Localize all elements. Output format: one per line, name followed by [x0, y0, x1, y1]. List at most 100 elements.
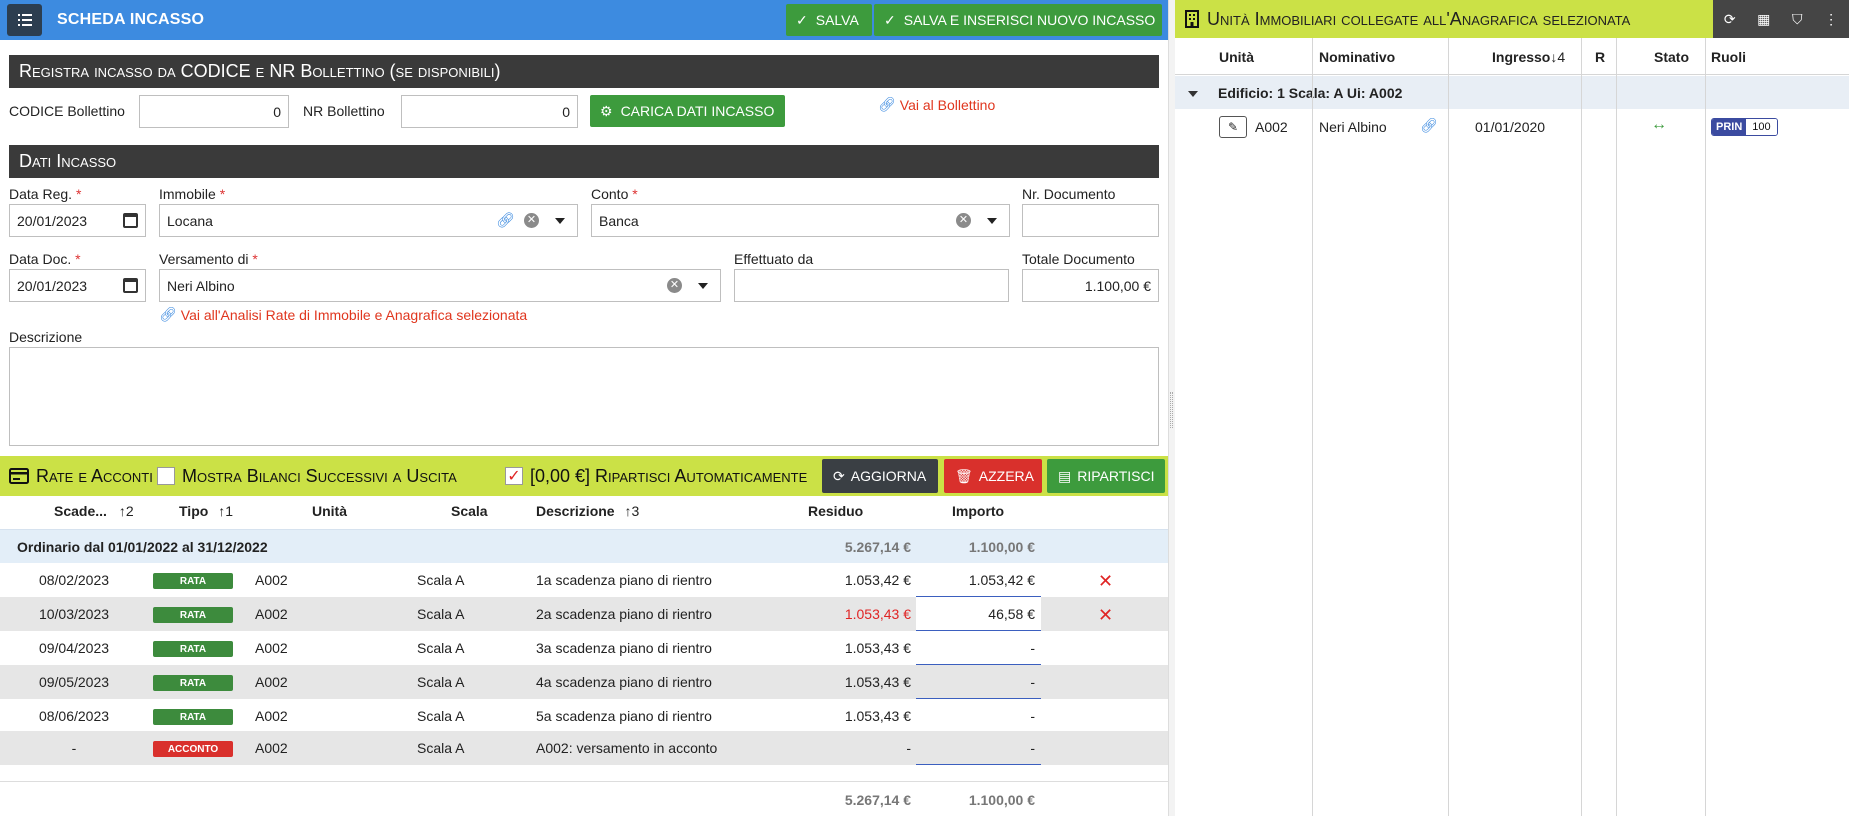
chevron-down-icon[interactable] [987, 218, 997, 224]
col-r[interactable]: R [1595, 49, 1605, 65]
col-importo[interactable]: Importo [952, 503, 1004, 519]
versamento-select[interactable]: Neri Albino ✕ [159, 269, 721, 302]
table-row[interactable]: 09/04/2023 RATA A002 Scala A 3a scadenza… [0, 631, 1168, 665]
codice-label: CODICE Bollettino [9, 103, 125, 119]
calendar-icon[interactable] [123, 213, 138, 228]
tipo-badge: RATA [153, 675, 233, 691]
table-row[interactable]: ✎ A002 Neri Albino 🔗︎ 01/01/2020 ↔ PRIN … [1175, 110, 1849, 144]
calendar-icon[interactable] [123, 278, 138, 293]
data-doc-label: Data Doc. * [9, 251, 81, 267]
col-ruoli[interactable]: Ruoli [1711, 49, 1746, 65]
edificio-group-row[interactable]: Edificio: 1 Scala: A Ui: A002 [1175, 76, 1849, 109]
clear-icon[interactable]: ✕ [667, 278, 682, 293]
mostra-bilanci-label: Mostra Bilanci Successivi a Uscita [182, 466, 457, 486]
edit-icon[interactable]: ✎ [1219, 116, 1247, 138]
filter-icon[interactable]: ⛉ [1792, 11, 1803, 28]
importo-input[interactable]: - [916, 699, 1041, 733]
tipo-badge: RATA [153, 607, 233, 623]
mostra-bilanci-checkbox[interactable] [157, 467, 175, 485]
table-row[interactable]: 08/02/2023 RATA A002 Scala A 1a scadenza… [0, 563, 1168, 597]
menu-button[interactable] [7, 4, 42, 36]
clear-icon[interactable]: ✕ [956, 213, 971, 228]
check-icon: ✓ [507, 468, 521, 485]
aggiorna-button[interactable]: ⟳ AGGIORNA [822, 459, 938, 493]
top-bar: SCHEDA INCASSO ✓ SALVA ✓ SALVA E INSERISCI… [0, 0, 1168, 40]
totale-label: Totale Documento [1022, 251, 1135, 267]
load-data-button[interactable]: ⚙ CARICA DATI INCASSO [590, 95, 785, 127]
panel-toolbar: ⟳ ▦ ⛉ ⋮ [1713, 0, 1849, 38]
total-importo: 1.100,00 € [968, 792, 1035, 808]
col-ingresso[interactable]: Ingresso↓4 [1492, 49, 1565, 65]
table-row[interactable]: 08/06/2023 RATA A002 Scala A 5a scadenza… [0, 699, 1168, 733]
group-importo: 1.100,00 € [968, 539, 1035, 555]
col-tipo[interactable]: Tipo ↑1 [179, 503, 233, 519]
table-row[interactable]: - ACCONTO A002 Scala A A002: versamento … [0, 731, 1168, 765]
ripartisci-button[interactable]: ▤ RIPARTISCI [1047, 459, 1165, 493]
link-gear-icon: ⚙ [600, 102, 613, 119]
save-and-new-button[interactable]: ✓ SALVA E INSERISCI NUOVO INCASSO [874, 4, 1162, 36]
col-stato[interactable]: Stato [1654, 49, 1689, 65]
table-row[interactable]: 09/05/2023 RATA A002 Scala A 4a scadenza… [0, 665, 1168, 699]
total-residuo: 5.267,14 € [844, 792, 911, 808]
bollettino-link[interactable]: 🔗︎ Vai al Bollettino [878, 96, 995, 113]
divider [0, 781, 1168, 782]
tipo-badge: RATA [153, 641, 233, 657]
nr-documento-input[interactable] [1022, 204, 1159, 237]
conto-select[interactable]: Banca ✕ [591, 204, 1010, 237]
effettuato-input[interactable] [734, 269, 1009, 302]
ripartisci-auto-checkbox[interactable]: ✓ [505, 467, 523, 485]
importo-input[interactable]: 46,58 € [916, 597, 1041, 631]
tipo-badge: RATA [153, 573, 233, 589]
data-doc-input[interactable]: 20/01/2023 [9, 269, 146, 302]
group-residuo: 5.267,14 € [844, 539, 911, 555]
refresh-icon[interactable]: ⟳ [1724, 11, 1736, 28]
arrows-horizontal-icon: ↔ [1651, 116, 1667, 133]
check-icon: ✓ [796, 11, 808, 28]
nr-bollettino-label: NR Bollettino [303, 103, 385, 119]
codice-input[interactable]: 0 [139, 95, 289, 128]
remove-icon[interactable]: ✕ [1098, 605, 1113, 626]
table-icon[interactable]: ▦ [1757, 11, 1770, 28]
building-icon [1185, 10, 1199, 28]
chevron-down-icon[interactable] [698, 283, 708, 289]
importo-input[interactable]: 1.053,42 € [916, 563, 1041, 597]
sort-icon: ↑2 [118, 503, 134, 519]
tipo-badge: RATA [153, 709, 233, 725]
col-unita[interactable]: Unità [1219, 49, 1254, 65]
group-label: Ordinario dal 01/01/2022 al 31/12/2022 [17, 539, 268, 555]
remove-icon[interactable]: ✕ [1098, 571, 1113, 592]
col-scala[interactable]: Scala [451, 503, 488, 519]
clear-icon[interactable]: ✕ [524, 213, 539, 228]
col-descrizione[interactable]: Descrizione ↑3 [536, 503, 639, 519]
ripartisci-auto-label: [0,00 €] Ripartisci Automaticamente [530, 466, 808, 486]
immobile-label: Immobile * [159, 186, 226, 202]
collapse-icon[interactable] [1188, 91, 1198, 97]
rate-title: Rate e Acconti [36, 466, 153, 486]
importo-input[interactable]: - [916, 631, 1041, 665]
panel-splitter[interactable] [1168, 0, 1175, 816]
col-unita[interactable]: Unità [312, 503, 347, 519]
table-row[interactable]: 10/03/2023 RATA A002 Scala A 2a scadenza… [0, 597, 1168, 631]
col-nominativo[interactable]: Nominativo [1319, 49, 1395, 65]
azzera-button[interactable]: 🗑︎ AZZERA [944, 459, 1042, 493]
chevron-down-icon[interactable] [555, 218, 565, 224]
chain-link-icon[interactable]: 🔗︎ [1420, 117, 1438, 134]
analisi-rate-link[interactable]: 🔗︎ Vai all'Analisi Rate di Immobile e Ana… [159, 306, 527, 323]
importo-input[interactable]: - [916, 665, 1041, 699]
versamento-label: Versamento di * [159, 251, 258, 267]
importo-input[interactable]: - [916, 731, 1041, 765]
group-row[interactable]: Ordinario dal 01/01/2022 al 31/12/2022 5… [0, 529, 1168, 563]
chain-link-icon[interactable]: 🔗︎ [496, 211, 515, 229]
rate-acconti-toolbar: Rate e Acconti Mostra Bilanci Successivi… [0, 456, 1168, 496]
save-button[interactable]: ✓ SALVA [786, 4, 872, 36]
immobile-select[interactable]: Locana 🔗︎ ✕ [159, 204, 578, 237]
col-scadenza[interactable]: Scade... ↑2 [54, 503, 134, 519]
more-icon[interactable]: ⋮ [1824, 11, 1838, 28]
nr-bollettino-input[interactable]: 0 [401, 95, 578, 128]
totale-input[interactable]: 1.100,00 € [1022, 269, 1159, 302]
descrizione-textarea[interactable] [9, 347, 1159, 446]
data-reg-input[interactable]: 20/01/2023 [9, 204, 146, 237]
trash-icon: 🗑︎ [955, 467, 973, 484]
ruolo-badge: PRIN 100 [1711, 118, 1778, 136]
col-residuo[interactable]: Residuo [808, 503, 863, 519]
